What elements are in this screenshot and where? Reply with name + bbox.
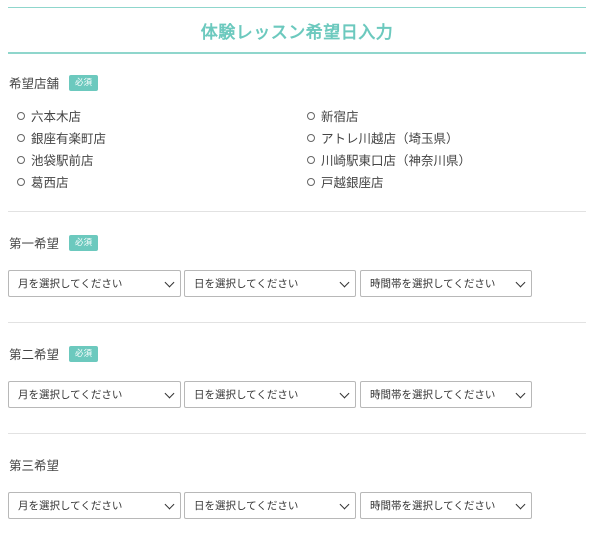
select-value: 時間帯を選択してください [370,278,496,290]
second-choice-label-text: 第二希望 [9,347,60,362]
chevron-down-icon [515,499,526,510]
radio-button[interactable] [307,155,315,164]
select-value: 日を選択してください [194,389,299,401]
select-value: 時間帯を選択してください [370,500,496,512]
store-option-label: アトレ川越店（埼玉県） [321,131,459,146]
radio-button[interactable] [17,133,25,142]
first-choice-label-text: 第一希望 [9,236,60,251]
required-badge: 必須 [69,74,99,91]
third-choice-month-select[interactable]: 月を選択してください [8,492,181,519]
second-choice-label: 第二希望 必須 [9,344,99,363]
section-divider [8,322,586,323]
radio-button[interactable] [17,155,25,164]
radio-button[interactable] [307,177,315,186]
store-option-label: 葛西店 [31,175,69,190]
first-choice-label: 第一希望 必須 [9,233,99,252]
store-option-label: 新宿店 [321,109,359,124]
select-value: 月を選択してください [18,500,123,512]
section-divider [8,211,586,212]
trial-lesson-form: 体験レッスン希望日入力 希望店舗 必須 六本木店 新宿店 銀座有楽町店 アトレ川… [0,0,600,544]
chevron-down-icon [164,277,175,288]
select-value: 日を選択してください [194,500,299,512]
store-option-label: 川崎駅東口店（神奈川県） [321,153,472,168]
section-divider [8,433,586,434]
third-choice-label-text: 第三希望 [9,458,60,473]
radio-button[interactable] [307,133,315,142]
radio-button[interactable] [307,111,315,120]
second-choice-day-select[interactable]: 日を選択してください [184,381,356,408]
store-option-label: 銀座有楽町店 [31,131,107,146]
third-choice-time-select[interactable]: 時間帯を選択してください [360,492,532,519]
first-choice-day-select[interactable]: 日を選択してください [184,270,356,297]
required-badge: 必須 [69,234,99,251]
third-choice-day-select[interactable]: 日を選択してください [184,492,356,519]
store-option-ikebukuro[interactable]: 池袋駅前店 [17,150,94,169]
store-option-label: 戸越銀座店 [321,175,384,190]
store-label-text: 希望店舗 [9,76,60,91]
chevron-down-icon [339,499,350,510]
chevron-down-icon [164,499,175,510]
page-title: 体験レッスン希望日入力 [200,22,394,43]
store-option-shinjuku[interactable]: 新宿店 [307,106,359,125]
store-option-kawasaki[interactable]: 川崎駅東口店（神奈川県） [307,150,471,169]
chevron-down-icon [339,277,350,288]
first-choice-month-select[interactable]: 月を選択してください [8,270,181,297]
select-value: 日を選択してください [194,278,299,290]
radio-button[interactable] [17,111,25,120]
select-value: 時間帯を選択してください [370,389,496,401]
radio-button[interactable] [17,177,25,186]
store-option-roppongi[interactable]: 六本木店 [17,106,81,125]
store-section-label: 希望店舗 必須 [9,73,99,92]
select-value: 月を選択してください [18,389,123,401]
store-option-kasai[interactable]: 葛西店 [17,172,69,191]
third-choice-label: 第三希望 [9,455,59,474]
chevron-down-icon [515,388,526,399]
select-value: 月を選択してください [18,278,123,290]
store-option-atre-kawagoe[interactable]: アトレ川越店（埼玉県） [307,128,459,147]
required-badge: 必須 [69,345,99,362]
second-choice-time-select[interactable]: 時間帯を選択してください [360,381,532,408]
chevron-down-icon [164,388,175,399]
first-choice-time-select[interactable]: 時間帯を選択してください [360,270,532,297]
store-option-togoshi-ginza[interactable]: 戸越銀座店 [307,172,384,191]
chevron-down-icon [515,277,526,288]
store-option-label: 六本木店 [31,109,82,124]
form-header: 体験レッスン希望日入力 [8,7,586,54]
second-choice-month-select[interactable]: 月を選択してください [8,381,181,408]
store-option-label: 池袋駅前店 [31,153,94,168]
store-option-ginza-yurakucho[interactable]: 銀座有楽町店 [17,128,106,147]
chevron-down-icon [339,388,350,399]
